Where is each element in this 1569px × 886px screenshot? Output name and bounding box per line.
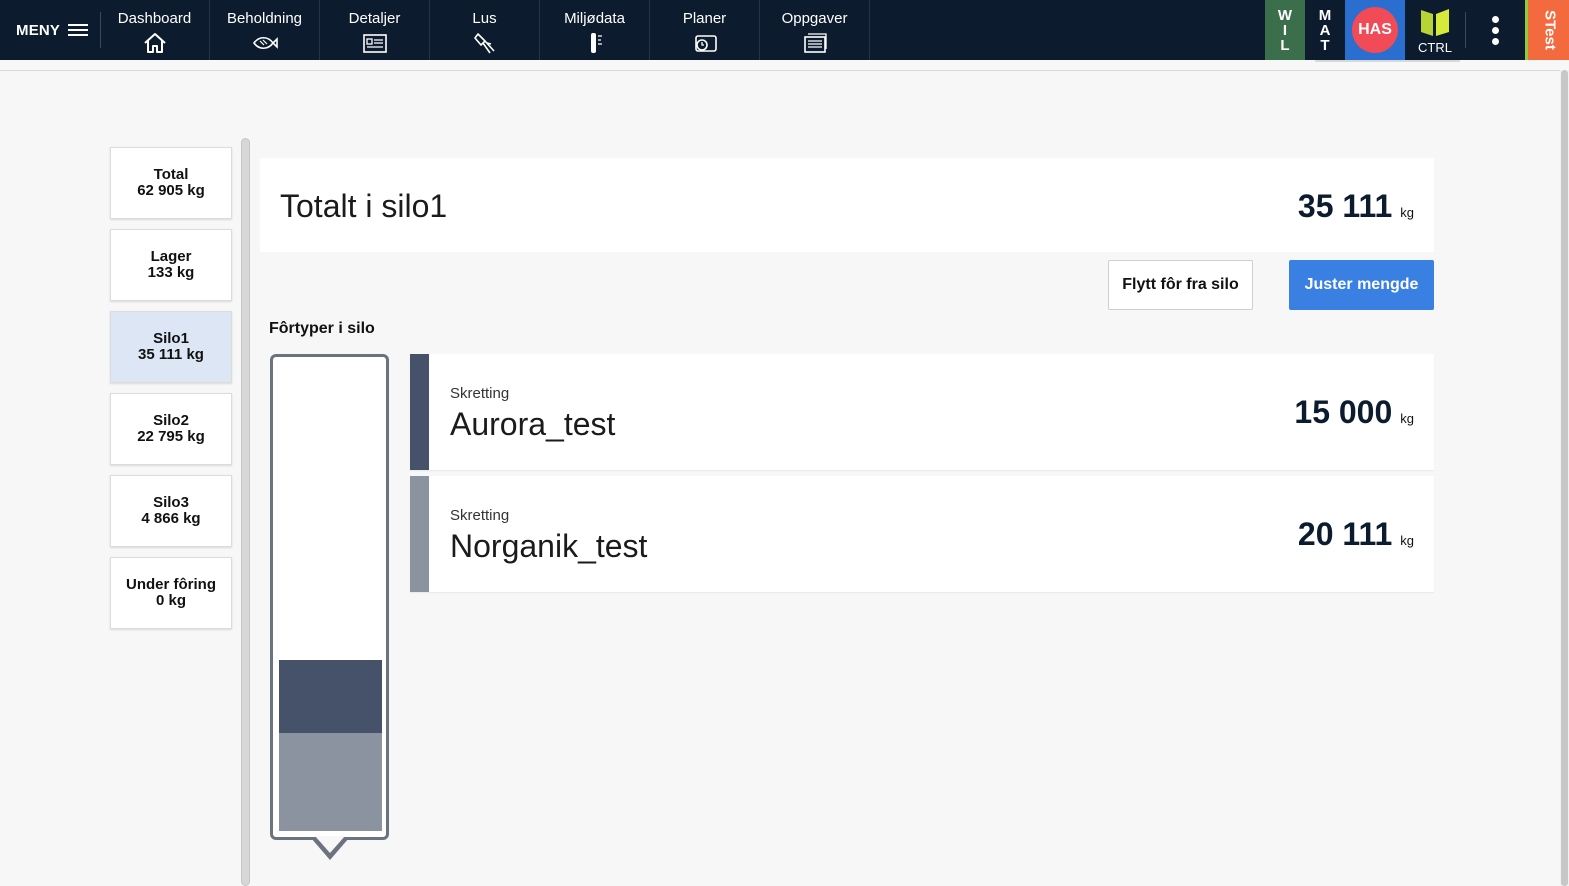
silo-name: Silo3 (153, 494, 189, 511)
menu-label: MENY (16, 21, 61, 39)
more-options-icon[interactable] (1478, 0, 1512, 60)
wil-letter: L (1280, 36, 1290, 54)
silo-amount: 62 905 kg (137, 182, 205, 199)
mat-letter: A (1319, 21, 1331, 39)
user-initials: HAS (1358, 21, 1392, 38)
feed-supplier: Skretting (450, 507, 510, 524)
silo-card-under-foring[interactable]: Under fôring 0 kg (110, 557, 232, 629)
tab-dashboard[interactable]: Dashboard (100, 0, 210, 60)
silo-name: Lager (150, 248, 192, 265)
avatar: HAS (1352, 7, 1398, 53)
silo-amount: 133 kg (147, 264, 195, 281)
scrollbar-thumb[interactable] (1561, 70, 1568, 886)
tab-label: Detaljer (348, 10, 401, 27)
tab-beholdning[interactable]: Beholdning (210, 0, 320, 60)
feed-color-bar (410, 354, 429, 470)
gauge-segment-aurora (279, 660, 382, 734)
tasks-icon (802, 31, 828, 55)
silo-amount: 4 866 kg (141, 510, 201, 527)
feed-amount-unit: kg (1400, 533, 1414, 548)
environment-badge: STest (1525, 0, 1569, 60)
tab-lus[interactable]: Lus (430, 0, 540, 60)
tab-planer[interactable]: Planer (650, 0, 760, 60)
plans-icon (692, 31, 718, 55)
tab-label: Dashboard (117, 10, 192, 27)
feed-amount-unit: kg (1400, 411, 1414, 426)
move-feed-button[interactable]: Flytt fôr fra silo (1108, 260, 1253, 310)
total-amount: 35 111 (1297, 188, 1393, 224)
adjust-amount-button[interactable]: Juster mengde (1289, 260, 1434, 310)
silo-name: Silo1 (153, 330, 189, 347)
wil-letter: I (1282, 21, 1288, 39)
page-title: Totalt i silo1 (280, 188, 448, 224)
silo-name: Under fôring (126, 576, 216, 593)
silo-amount: 22 795 kg (137, 428, 205, 445)
thermometer-icon (582, 31, 608, 55)
tab-label: Planer (682, 10, 727, 27)
gauge-fill (279, 660, 382, 831)
topbar-divider (1465, 12, 1466, 48)
tab-label: Miljødata (564, 10, 625, 27)
top-navigation-bar: MENY Dashboard Beholdning Detaljer Lus M… (0, 0, 1569, 60)
silo-card-silo2[interactable]: Silo2 22 795 kg (110, 393, 232, 465)
page-scrollbar[interactable] (1560, 70, 1569, 886)
silo-name: Total (153, 166, 189, 183)
mat-site-button[interactable]: M A T (1305, 0, 1345, 60)
header-divider (0, 70, 1560, 71)
silo-card-silo1[interactable]: Silo1 35 111 kg (110, 311, 232, 383)
lice-icon (472, 31, 498, 55)
feed-amount: 20 111 kg (1298, 516, 1414, 553)
tab-oppgaver[interactable]: Oppgaver (760, 0, 870, 60)
silo-fill-gauge (270, 354, 389, 840)
silo-card-total[interactable]: Total 62 905 kg (110, 147, 232, 219)
feed-color-bar (410, 476, 429, 592)
silo-card-lager[interactable]: Lager 133 kg (110, 229, 232, 301)
tab-label: Lus (472, 10, 497, 27)
tab-label: Oppgaver (781, 10, 848, 27)
silo-list-scrollbar[interactable] (241, 138, 250, 886)
silo-name: Silo2 (153, 412, 189, 429)
feed-amount: 15 000 kg (1294, 394, 1414, 431)
tab-label: Beholdning (226, 10, 303, 27)
home-icon (142, 31, 168, 55)
wil-site-button[interactable]: W I L (1265, 0, 1305, 60)
tab-detaljer[interactable]: Detaljer (320, 0, 430, 60)
hamburger-icon (68, 23, 89, 37)
fish-icon (252, 31, 278, 55)
feed-supplier: Skretting (450, 385, 510, 402)
ctrl-label: CTRL (1418, 40, 1452, 55)
menu-button[interactable]: MENY (0, 0, 100, 60)
ctrl-underline (1315, 60, 1460, 62)
feed-name: Norganik_test (450, 528, 648, 564)
silo-amount: 0 kg (155, 592, 186, 609)
total-unit: kg (1400, 205, 1414, 220)
user-avatar-button[interactable]: HAS (1345, 0, 1405, 60)
feed-types-heading: Fôrtyper i silo (269, 320, 375, 337)
wil-letter: W (1277, 6, 1293, 24)
silo-total-value: 35 111 kg (1298, 188, 1414, 225)
ctrl-button[interactable]: CTRL (1405, 0, 1465, 60)
feed-type-row[interactable]: Skretting Aurora_test 15 000 kg (410, 354, 1434, 470)
feed-type-row[interactable]: Skretting Norganik_test 20 111 kg (410, 476, 1434, 592)
silo-card-silo3[interactable]: Silo3 4 866 kg (110, 475, 232, 547)
mat-letter: T (1320, 36, 1330, 54)
silo-amount: 35 111 kg (138, 346, 204, 363)
gauge-pointer-inner (315, 836, 345, 853)
feed-amount-value: 20 111 (1297, 516, 1393, 552)
feed-amount-value: 15 000 (1294, 394, 1393, 430)
feed-name: Aurora_test (450, 406, 616, 442)
gauge-segment-norganik (279, 733, 382, 831)
details-card-icon (362, 31, 388, 55)
silo-total-summary: Totalt i silo1 35 111 kg (260, 158, 1434, 252)
tab-miljodata[interactable]: Miljødata (540, 0, 650, 60)
mat-letter: M (1318, 6, 1332, 24)
environment-label: STest (1541, 10, 1559, 50)
ctrl-logo-icon (1418, 6, 1452, 38)
